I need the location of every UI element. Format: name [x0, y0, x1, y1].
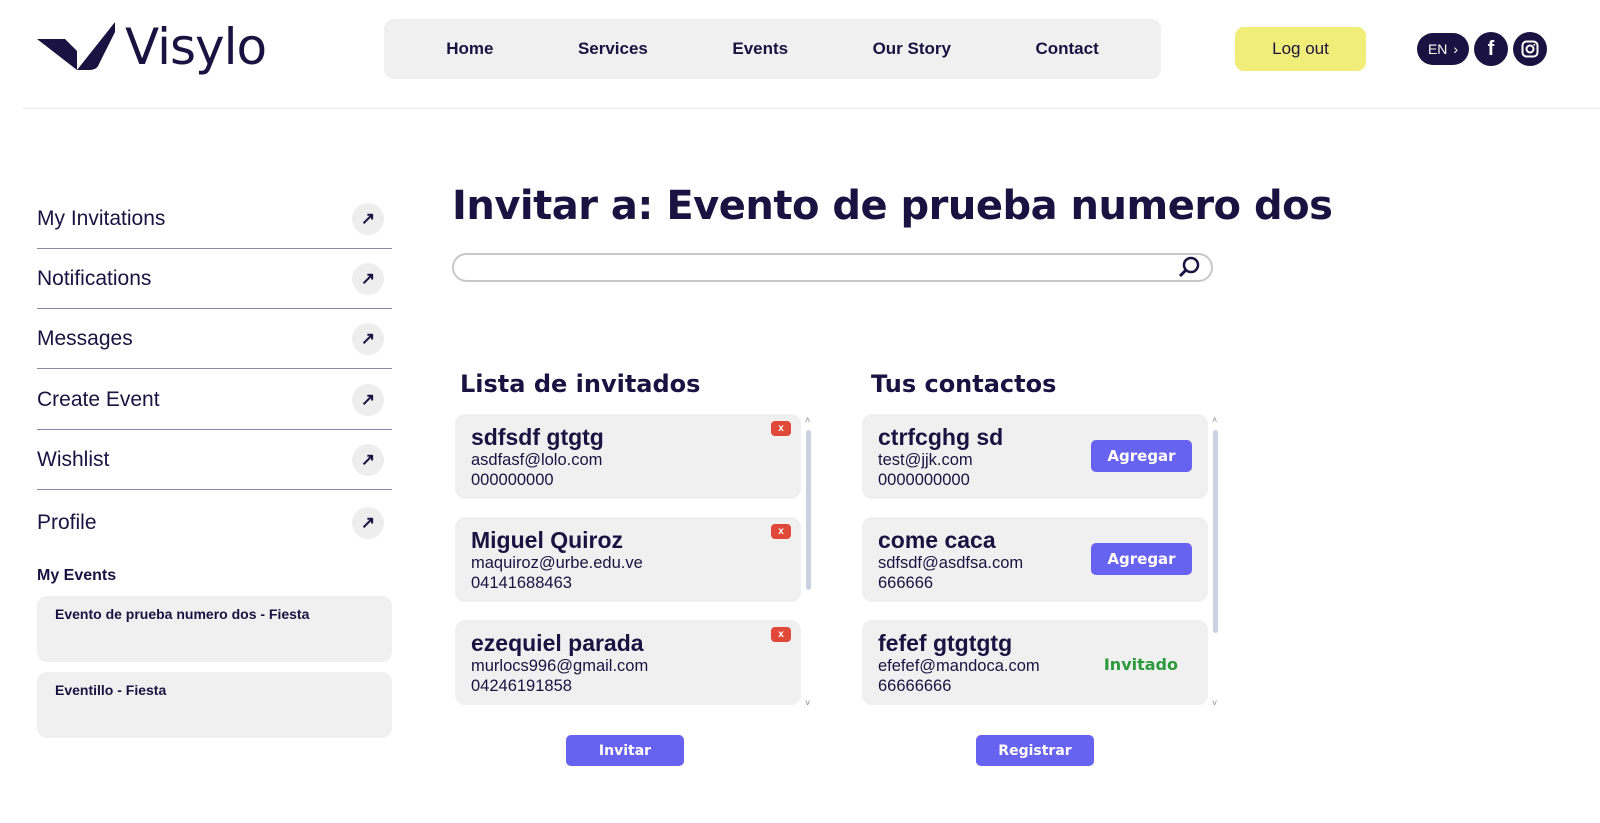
remove-guest-button[interactable]: x — [771, 524, 791, 539]
scroll-up-icon[interactable]: ˄ — [1212, 415, 1217, 425]
logo[interactable]: Visylo — [37, 18, 267, 76]
sidebar-item-label: My Invitations — [37, 206, 166, 230]
nav-home[interactable]: Home — [446, 39, 493, 59]
brand-name: Visylo — [125, 18, 267, 76]
guest-list-scrollbar[interactable] — [806, 430, 811, 590]
contact-phone: 666666 — [878, 574, 934, 592]
event-card[interactable]: Eventillo - Fiesta — [37, 672, 392, 738]
guest-card: ezequiel parada murlocs996@gmail.com 04246… — [455, 620, 801, 705]
logo-mark-icon — [37, 22, 115, 70]
facebook-icon[interactable]: f — [1474, 32, 1508, 66]
guest-email: maquiroz@urbe.edu.ve — [471, 554, 643, 572]
remove-guest-button[interactable]: x — [771, 421, 791, 436]
contact-card: come caca sdfsdf@asdfsa.com 666666 Agregar — [862, 517, 1208, 602]
guest-name: sdfsdf gtgtg — [471, 424, 604, 450]
invite-button[interactable]: Invitar — [566, 735, 684, 766]
contact-phone: 0000000000 — [878, 471, 970, 489]
sidebar-item-my-invitations[interactable]: My Invitations ↗ — [37, 189, 392, 249]
page-title: Invitar a: Evento de prueba numero dos — [452, 183, 1333, 229]
register-button[interactable]: Registrar — [976, 735, 1094, 766]
nav-contact[interactable]: Contact — [1035, 39, 1098, 59]
sidebar-item-label: Profile — [37, 511, 97, 534]
sidebar-item-create-event[interactable]: Create Event ↗ — [37, 370, 392, 430]
arrow-up-right-icon[interactable]: ↗ — [352, 202, 384, 235]
sidebar-item-label: Create Event — [37, 387, 160, 411]
arrow-up-right-icon[interactable]: ↗ — [352, 322, 384, 355]
guest-phone: 04141688463 — [471, 574, 572, 592]
contact-card: ctrfcghg sd test@jjk.com 0000000000 Agregar — [862, 414, 1208, 499]
remove-guest-button[interactable]: x — [771, 627, 791, 642]
language-selector[interactable]: EN › — [1417, 33, 1469, 65]
sidebar-item-messages[interactable]: Messages ↗ — [37, 309, 392, 369]
main-nav: Home Services Events Our Story Contact — [384, 19, 1161, 79]
guest-email: murlocs996@gmail.com — [471, 657, 649, 675]
my-events-heading: My Events — [37, 567, 117, 584]
add-contact-button[interactable]: Agregar — [1091, 543, 1192, 575]
arrow-up-right-icon[interactable]: ↗ — [352, 383, 384, 416]
sidebar-item-label: Notifications — [37, 266, 152, 290]
contacts-heading: Tus contactos — [871, 370, 1057, 398]
contacts-scrollbar[interactable] — [1213, 430, 1218, 633]
scroll-up-icon[interactable]: ˄ — [805, 415, 810, 425]
chevron-right-icon: › — [1453, 41, 1459, 57]
guest-card: Miguel Quiroz maquiroz@urbe.edu.ve 0414168… — [455, 517, 801, 602]
guest-card: sdfsdf gtgtg asdfasf@lolo.com 000000000 x — [455, 414, 801, 499]
search-input[interactable] — [466, 255, 1166, 280]
language-label: EN — [1427, 41, 1448, 57]
nav-events[interactable]: Events — [732, 39, 788, 59]
guest-phone: 000000000 — [471, 471, 554, 489]
invited-status: Invitado — [1103, 655, 1178, 674]
search-box — [452, 253, 1213, 282]
sidebar-item-label: Wishlist — [37, 447, 110, 471]
guest-list-heading: Lista de invitados — [460, 370, 701, 398]
add-contact-button[interactable]: Agregar — [1091, 440, 1192, 472]
scroll-down-icon[interactable]: ˅ — [1212, 698, 1217, 708]
guest-name: Miguel Quiroz — [471, 527, 624, 553]
sidebar-item-label: Messages — [37, 326, 133, 350]
nav-our-story[interactable]: Our Story — [873, 39, 951, 59]
event-card[interactable]: Evento de prueba numero dos - Fiesta — [37, 596, 392, 662]
contact-name: fefef gtgtgtg — [878, 630, 1013, 656]
search-icon[interactable] — [1177, 255, 1201, 285]
sidebar-item-notifications[interactable]: Notifications ↗ — [37, 249, 392, 309]
sidebar-item-profile[interactable]: Profile ↗ — [37, 493, 392, 553]
contact-card: fefef gtgtgtg efefef@mandoca.com 66666666 I… — [862, 620, 1208, 705]
arrow-up-right-icon[interactable]: ↗ — [352, 507, 384, 539]
scroll-down-icon[interactable]: ˅ — [805, 698, 810, 708]
contact-phone: 66666666 — [878, 677, 952, 695]
arrow-up-right-icon[interactable]: ↗ — [352, 443, 384, 476]
guest-email: asdfasf@lolo.com — [471, 451, 603, 469]
header-divider — [23, 108, 1600, 109]
instagram-icon[interactable] — [1513, 32, 1547, 66]
logout-button[interactable]: Log out — [1235, 27, 1366, 71]
arrow-up-right-icon[interactable]: ↗ — [352, 262, 384, 295]
guest-phone: 04246191858 — [471, 677, 572, 695]
guest-name: ezequiel parada — [471, 630, 644, 656]
nav-services[interactable]: Services — [578, 39, 648, 59]
sidebar-item-wishlist[interactable]: Wishlist ↗ — [37, 430, 392, 490]
